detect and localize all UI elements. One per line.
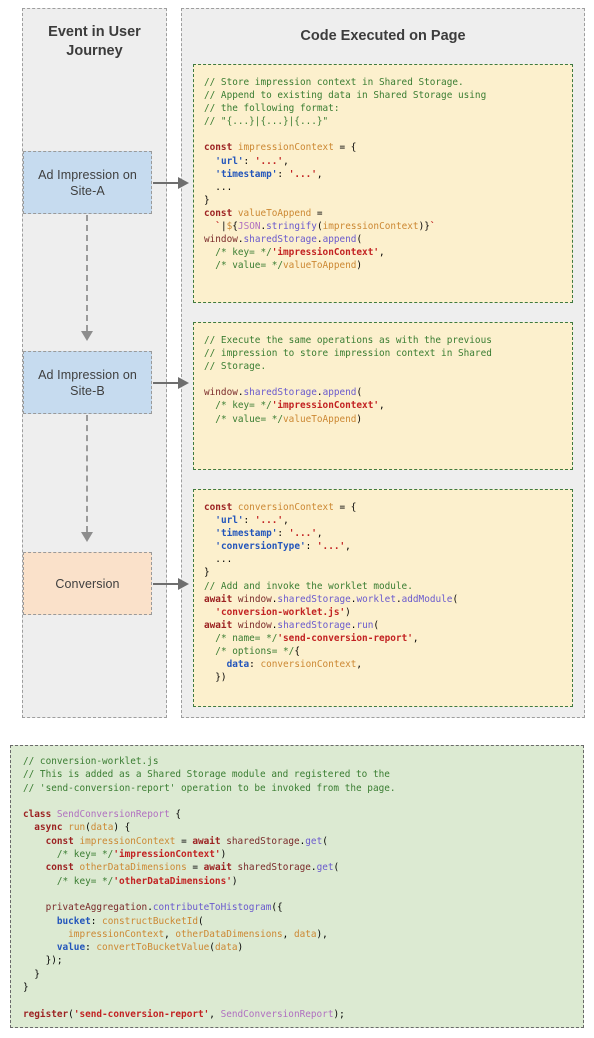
arrowhead-right-icon: [178, 377, 189, 389]
column-title-code: Code Executed on Page: [300, 28, 466, 44]
node-ad-impression-site-a[interactable]: Ad Impression on Site-A: [23, 151, 152, 214]
code-block-conversion-worklet: // conversion-worklet.js // This is adde…: [10, 745, 584, 1028]
node-ad-impression-site-b[interactable]: Ad Impression on Site-B: [23, 351, 152, 414]
connector-a-to-b: [86, 215, 88, 331]
connector-b-to-conversion: [86, 415, 88, 532]
code-block-impression-b: // Execute the same operations as with t…: [193, 322, 573, 470]
connector-b-to-code: [153, 382, 179, 384]
arrowhead-right-icon: [178, 177, 189, 189]
node-conversion[interactable]: Conversion: [23, 552, 152, 615]
arrowhead-down-icon: [81, 331, 93, 341]
code-block-impression-a: // Store impression context in Shared St…: [193, 64, 573, 303]
connector-conversion-to-code: [153, 583, 179, 585]
code-block-conversion: const conversionContext = { 'url': '...'…: [193, 489, 573, 707]
arrowhead-down-icon: [81, 532, 93, 542]
connector-a-to-code: [153, 182, 179, 184]
column-title-event: Event in User Journey: [48, 24, 141, 59]
shared-storage-flow-diagram: Event in User Journey Code Executed on P…: [0, 0, 594, 725]
arrowhead-right-icon: [178, 578, 189, 590]
